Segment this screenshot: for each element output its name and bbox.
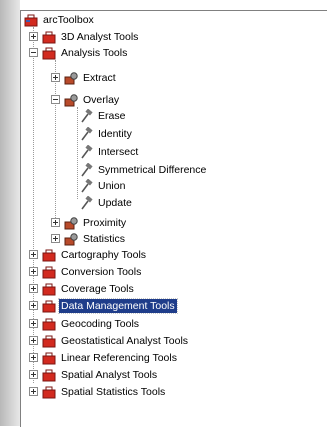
expand-plus-icon[interactable]	[29, 353, 38, 362]
hammer-tool-icon	[81, 162, 93, 176]
tree-item-label: Conversion Tools	[61, 265, 142, 278]
arctoolbox-icon	[24, 14, 38, 26]
red-toolbox-icon	[42, 318, 56, 330]
tool-item-intersect[interactable]: Intersect	[79, 143, 140, 160]
expand-plus-icon[interactable]	[29, 32, 38, 41]
expand-plus-icon[interactable]	[51, 73, 60, 82]
tree-connector	[77, 107, 78, 199]
toolset-icon	[64, 71, 78, 84]
expand-plus-icon[interactable]	[29, 284, 38, 293]
tree-item-label: Proximity	[83, 216, 127, 229]
tree-item-label: Analysis Tools	[61, 46, 128, 59]
tool-label: Update	[98, 196, 132, 209]
hammer-tool-icon	[81, 178, 93, 192]
tree-item-linear-referencing-tools[interactable]: Linear Referencing Tools	[29, 349, 179, 366]
tree-item-label: Spatial Analyst Tools	[61, 368, 158, 381]
hammer-tool-icon	[81, 144, 93, 158]
expand-plus-icon[interactable]	[29, 387, 38, 396]
toolset-icon	[64, 216, 78, 229]
tool-label: Intersect	[98, 145, 139, 158]
tree-item-3d-analyst-tools[interactable]: 3D Analyst Tools	[29, 28, 140, 45]
tree-item-label: Geostatistical Analyst Tools	[61, 334, 189, 347]
toolbox-tree-panel[interactable]: arcToolbox 3D Analyst Tools Analysis Too…	[20, 10, 327, 427]
window-left-edge	[0, 0, 20, 426]
tool-item-erase[interactable]: Erase	[79, 107, 127, 124]
hammer-tool-icon	[81, 195, 93, 209]
tree-item-spatial-statistics-tools[interactable]: Spatial Statistics Tools	[29, 383, 167, 400]
red-toolbox-icon	[42, 249, 56, 261]
collapse-minus-icon[interactable]	[51, 95, 60, 104]
red-toolbox-icon	[42, 266, 56, 278]
tree-item-label: Extract	[83, 71, 116, 84]
tree-item-label: 3D Analyst Tools	[61, 30, 139, 43]
tool-label: Erase	[98, 109, 126, 122]
tree-item-label: Geocoding Tools	[61, 317, 140, 330]
red-toolbox-icon	[42, 47, 56, 59]
expand-plus-icon[interactable]	[51, 234, 60, 243]
red-toolbox-icon	[42, 386, 56, 398]
red-toolbox-icon	[42, 352, 56, 364]
hammer-tool-icon	[81, 126, 93, 140]
tree-item-label: Statistics	[83, 232, 126, 245]
red-toolbox-icon	[42, 335, 56, 347]
tree-view[interactable]: arcToolbox 3D Analyst Tools Analysis Too…	[21, 11, 327, 427]
toolset-icon	[64, 232, 78, 245]
tree-item-conversion-tools[interactable]: Conversion Tools	[29, 263, 143, 280]
tree-item-spatial-analyst-tools[interactable]: Spatial Analyst Tools	[29, 366, 159, 383]
tree-item-label: Cartography Tools	[61, 248, 147, 261]
tool-label: Union	[98, 179, 126, 192]
tree-item-label: Overlay	[83, 93, 120, 106]
tree-item-label: Spatial Statistics Tools	[61, 385, 166, 398]
expand-plus-icon[interactable]	[29, 250, 38, 259]
tree-item-analysis-tools[interactable]: Analysis Tools	[29, 44, 129, 61]
collapse-minus-icon[interactable]	[29, 48, 38, 57]
red-toolbox-icon	[42, 300, 56, 312]
tool-item-union[interactable]: Union	[79, 177, 127, 194]
tree-item-label-selected: Data Management Tools	[58, 297, 178, 314]
tree-root-label: arcToolbox	[43, 13, 94, 26]
tree-item-geostatistical-analyst-tools[interactable]: Geostatistical Analyst Tools	[29, 332, 190, 349]
expand-plus-icon[interactable]	[51, 218, 60, 227]
tree-item-statistics[interactable]: Statistics	[51, 230, 127, 247]
tool-label: Symmetrical Difference	[98, 163, 207, 176]
red-toolbox-icon	[42, 31, 56, 43]
tree-item-data-management-tools[interactable]: Data Management Tools	[29, 297, 178, 314]
tree-item-proximity[interactable]: Proximity	[51, 214, 128, 231]
toolset-icon	[64, 93, 78, 106]
tree-item-overlay[interactable]: Overlay	[51, 91, 121, 108]
tree-item-geocoding-tools[interactable]: Geocoding Tools	[29, 315, 141, 332]
tree-item-coverage-tools[interactable]: Coverage Tools	[29, 280, 136, 297]
tool-item-update[interactable]: Update	[79, 194, 134, 211]
tool-item-identity[interactable]: Identity	[79, 125, 134, 142]
expand-plus-icon[interactable]	[29, 267, 38, 276]
expand-plus-icon[interactable]	[29, 370, 38, 379]
tree-item-extract[interactable]: Extract	[51, 69, 118, 86]
hammer-tool-icon	[81, 108, 93, 122]
tree-item-label: Coverage Tools	[61, 282, 134, 295]
tree-root[interactable]: arcToolbox	[24, 11, 96, 28]
expand-plus-icon[interactable]	[29, 301, 38, 310]
red-toolbox-icon	[42, 283, 56, 295]
tree-item-cartography-tools[interactable]: Cartography Tools	[29, 246, 148, 263]
expand-plus-icon[interactable]	[29, 336, 38, 345]
tree-item-label: Linear Referencing Tools	[61, 351, 177, 364]
tool-item-symmetrical-difference[interactable]: Symmetrical Difference	[79, 161, 208, 178]
tool-label: Identity	[98, 127, 132, 140]
expand-plus-icon[interactable]	[29, 319, 38, 328]
red-toolbox-icon	[42, 369, 56, 381]
